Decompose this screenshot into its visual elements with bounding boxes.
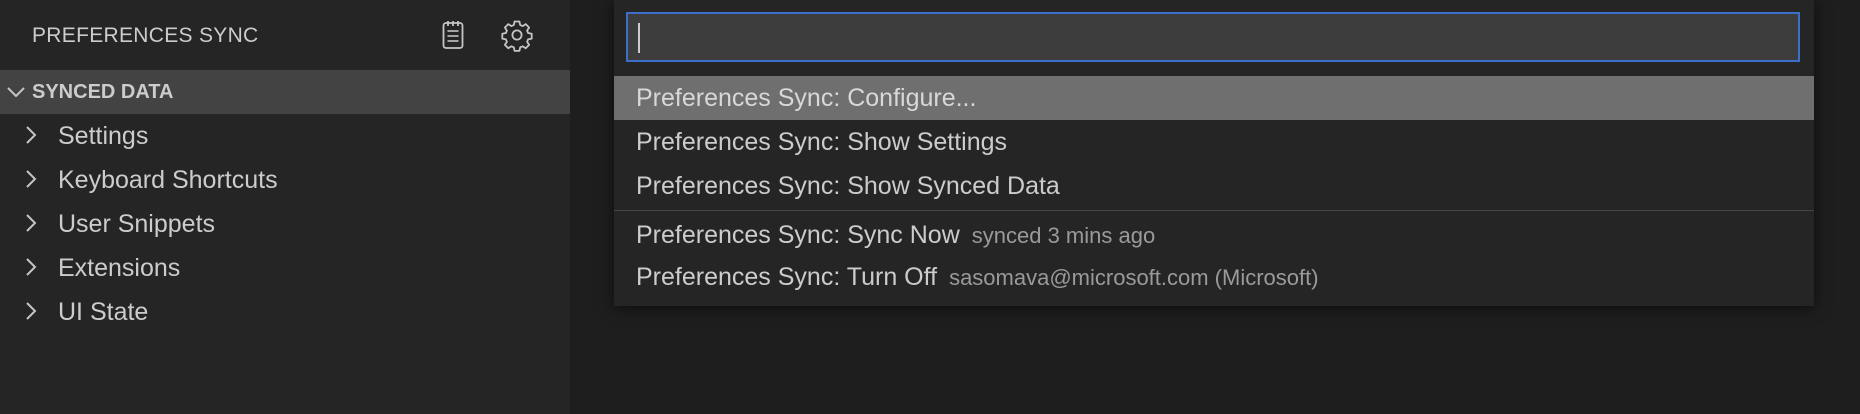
quick-pick-list: Preferences Sync: Configure... Preferenc…	[614, 76, 1814, 297]
sidebar-header: PREFERENCES SYNC	[0, 0, 570, 70]
quick-pick-item-title: Preferences Sync: Sync Now	[636, 221, 960, 249]
synced-data-section-header[interactable]: SYNCED DATA	[0, 70, 570, 114]
tree-item-label: Extensions	[58, 254, 181, 282]
tree-item-label: Keyboard Shortcuts	[58, 166, 278, 194]
tree-item-label: Settings	[58, 122, 149, 150]
quick-pick-item-configure[interactable]: Preferences Sync: Configure...	[614, 76, 1814, 120]
quick-pick-item-show-synced-data[interactable]: Preferences Sync: Show Synced Data	[614, 164, 1814, 208]
quick-pick-item-label: Preferences Sync: Sync Now synced 3 mins …	[636, 221, 1155, 250]
tree-item-settings[interactable]: Settings	[0, 114, 570, 158]
chevron-right-icon	[26, 258, 37, 276]
tree-item-ui-state[interactable]: UI State	[0, 290, 570, 334]
quick-pick-item-title: Preferences Sync: Turn Off	[636, 263, 938, 291]
quick-pick-item-sync-now[interactable]: Preferences Sync: Sync Now synced 3 mins …	[614, 213, 1814, 255]
quick-pick-item-description: sasomava@microsoft.com (Microsoft)	[949, 265, 1319, 290]
notes-icon	[442, 21, 464, 49]
chevron-right-icon	[26, 214, 37, 232]
quick-pick-widget: Preferences Sync: Configure... Preferenc…	[614, 0, 1814, 306]
sidebar-title: PREFERENCES SYNC	[32, 24, 259, 47]
synced-data-tree: Settings Keyboard Shortcuts User Snippet…	[0, 114, 570, 334]
quick-pick-input[interactable]	[628, 14, 1798, 60]
chevron-right-icon	[26, 170, 37, 188]
quick-pick-item-turn-off[interactable]: Preferences Sync: Turn Off sasomava@micro…	[614, 255, 1814, 297]
gear-icon	[501, 20, 533, 52]
quick-pick-item-label: Preferences Sync: Configure...	[636, 84, 977, 112]
quick-pick-item-show-settings[interactable]: Preferences Sync: Show Settings	[614, 120, 1814, 164]
quick-pick-input-box	[626, 12, 1800, 62]
manage-button[interactable]	[497, 15, 537, 55]
tree-item-extensions[interactable]: Extensions	[0, 246, 570, 290]
tree-item-keyboard-shortcuts[interactable]: Keyboard Shortcuts	[0, 158, 570, 202]
quick-pick-item-label: Preferences Sync: Show Settings	[636, 128, 1008, 156]
quick-pick-item-label: Preferences Sync: Show Synced Data	[636, 172, 1060, 200]
chevron-right-icon	[26, 126, 37, 144]
quick-pick-separator	[614, 210, 1814, 211]
tree-item-user-snippets[interactable]: User Snippets	[0, 202, 570, 246]
text-cursor	[638, 23, 640, 53]
chevron-down-icon	[7, 87, 25, 98]
tree-item-label: UI State	[58, 298, 149, 326]
quick-pick-item-description: synced 3 mins ago	[971, 223, 1156, 248]
tree-item-label: User Snippets	[58, 210, 216, 238]
chevron-right-icon	[26, 302, 37, 320]
sidebar: PREFERENCES SYNC SYNCED DATA Settings Ke…	[0, 0, 570, 414]
section-label: SYNCED DATA	[32, 81, 174, 103]
show-log-button[interactable]	[433, 15, 473, 55]
quick-pick-item-label: Preferences Sync: Turn Off sasomava@micro…	[636, 263, 1319, 292]
